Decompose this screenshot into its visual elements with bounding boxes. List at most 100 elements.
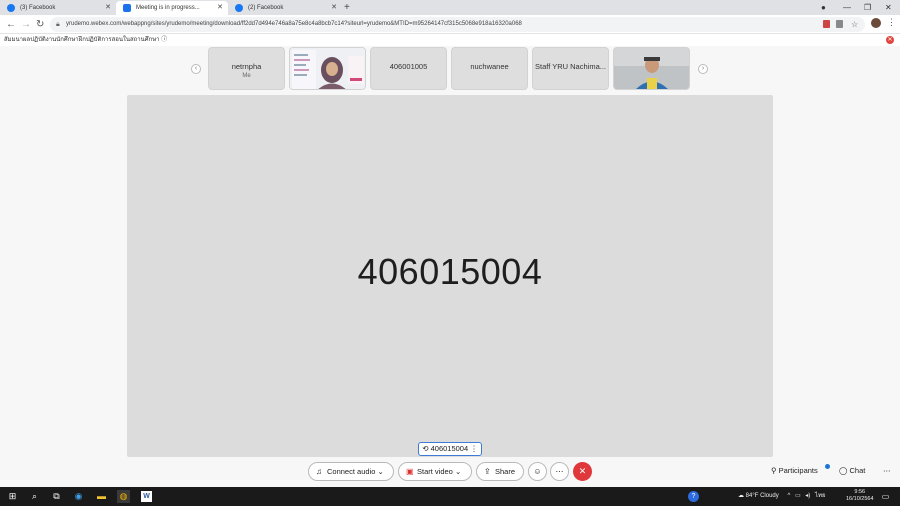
chat-icon: ◯ bbox=[839, 466, 850, 475]
word-icon[interactable]: W bbox=[141, 491, 152, 502]
share-button[interactable]: ⇪ Share bbox=[476, 462, 524, 481]
start-video-button[interactable]: ▣ Start video ⌄ bbox=[398, 462, 472, 481]
tab-facebook-3[interactable]: (3) Facebook ✕ bbox=[0, 1, 116, 15]
reload-icon[interactable]: ↻ bbox=[36, 17, 44, 32]
strip-next-icon[interactable]: › bbox=[698, 64, 708, 74]
emoji-icon: ☺ bbox=[533, 467, 542, 476]
participants-label: Participants bbox=[778, 466, 818, 475]
share-icon: ⇪ bbox=[484, 467, 491, 476]
participant-name: nuchwanee bbox=[470, 62, 509, 71]
overflow-menu-icon[interactable]: ⋯ bbox=[883, 466, 891, 475]
close-window-button[interactable]: ✕ bbox=[885, 1, 892, 14]
connect-audio-button[interactable]: ♫ Connect audio ⌄ bbox=[308, 462, 394, 481]
participant-sub: Me bbox=[242, 73, 251, 79]
help-icon[interactable]: ? bbox=[688, 491, 699, 502]
network-icon[interactable]: ▭ bbox=[795, 493, 801, 499]
speaker-name-pill[interactable]: ⟲ 406015004 ⋮ bbox=[418, 442, 482, 456]
lock-icon: 🔒︎ bbox=[56, 21, 60, 28]
audio-icon: ♫ bbox=[316, 467, 322, 476]
browser-menu-icon[interactable]: ⋮ bbox=[887, 17, 896, 28]
participant-video-woman bbox=[290, 48, 365, 89]
person-icon: ⚲ bbox=[771, 466, 779, 475]
meeting-controls: ♫ Connect audio ⌄ ▣ Start video ⌄ ⇪ Shar… bbox=[0, 460, 900, 486]
minimize-button[interactable]: — bbox=[843, 1, 851, 14]
address-toolbar: ← → ↻ 🔒︎ yrudemo.webex.com/webappng/site… bbox=[0, 15, 900, 34]
clock[interactable]: 9:56 16/10/2564 bbox=[846, 489, 874, 503]
meeting-title: สัมมนาผลปฏิบัติงานนักศึกษาฝึกปฏิบัติการส… bbox=[4, 34, 167, 46]
participant-tile[interactable]: Staff YRU Nachima... bbox=[532, 47, 609, 90]
windows-start-icon[interactable]: ⊞ bbox=[6, 490, 19, 503]
back-icon[interactable]: ← bbox=[6, 17, 16, 32]
close-icon[interactable]: ✕ bbox=[886, 36, 894, 44]
chrome-icon[interactable]: ◍ bbox=[117, 490, 130, 503]
close-icon: ✕ bbox=[578, 466, 587, 476]
tab-facebook-2[interactable]: (2) Facebook ✕ bbox=[228, 1, 342, 15]
participant-strip: ‹ netrnpha Me 406001005 nuchwanee Staff … bbox=[0, 46, 900, 92]
notification-dot bbox=[825, 464, 830, 469]
audio-icon: ⟲ bbox=[422, 444, 431, 453]
maximize-button[interactable]: ❐ bbox=[864, 1, 871, 14]
leave-meeting-button[interactable]: ✕ bbox=[573, 462, 592, 481]
notifications-icon[interactable]: ▭ bbox=[879, 490, 892, 503]
system-tray: ☁ 84°F Cloudy ^ ▭ ◂) ไทย bbox=[738, 487, 825, 506]
speaker-pill-label: 406015004 bbox=[430, 444, 469, 453]
weather-text[interactable]: 84°F Cloudy bbox=[746, 493, 779, 499]
chat-button[interactable]: ◯ Chat bbox=[839, 466, 865, 475]
more-icon: ⋯ bbox=[555, 467, 564, 476]
facebook-icon bbox=[7, 4, 15, 12]
reactions-button[interactable]: ☺ bbox=[528, 462, 547, 481]
avatar[interactable] bbox=[871, 18, 881, 28]
info-icon[interactable]: ⓘ bbox=[161, 37, 167, 43]
new-tab-button[interactable]: + bbox=[344, 1, 350, 14]
participant-tile[interactable]: 406001005 bbox=[370, 47, 447, 90]
browser-tab-bar: (3) Facebook ✕ Meeting is in progress...… bbox=[0, 0, 900, 15]
facebook-icon bbox=[235, 4, 243, 12]
url-text: yrudemo.webex.com/webappng/sites/yrudemo… bbox=[66, 21, 522, 27]
forward-icon[interactable]: → bbox=[21, 17, 31, 32]
url-bar[interactable]: 🔒︎ yrudemo.webex.com/webappng/sites/yrud… bbox=[50, 17, 865, 32]
windows-taskbar: ⊞ ⌕ ⧉ ◉ ▬ ◍ W ? ☁ 84°F Cloudy ^ ▭ ◂) ไทย… bbox=[0, 487, 900, 506]
bookmark-star-icon[interactable]: ☆ bbox=[851, 17, 858, 32]
tab-title: (2) Facebook bbox=[248, 5, 284, 11]
participant-name: 406001005 bbox=[389, 62, 428, 71]
close-tab-icon[interactable]: ✕ bbox=[217, 1, 223, 15]
participant-name: netrnpha bbox=[231, 62, 262, 71]
task-view-icon[interactable]: ⧉ bbox=[50, 490, 63, 503]
close-tab-icon[interactable]: ✕ bbox=[105, 1, 111, 15]
participant-tile[interactable]: netrnpha Me bbox=[208, 47, 285, 90]
tab-title: Meeting is in progress... bbox=[136, 5, 200, 11]
meeting-title-text: สัมมนาผลปฏิบัติงานนักศึกษาฝึกปฏิบัติการส… bbox=[4, 37, 160, 43]
video-off-icon: ▣ bbox=[406, 467, 414, 476]
volume-icon[interactable]: ◂) bbox=[805, 493, 810, 499]
participant-video-man bbox=[614, 48, 689, 89]
clock-date: 16/10/2564 bbox=[846, 496, 874, 502]
tray-chevron-icon[interactable]: ^ bbox=[787, 493, 790, 499]
webex-extension-icon[interactable] bbox=[823, 20, 830, 28]
active-speaker-name: 406015004 bbox=[357, 251, 543, 292]
profile-icon[interactable]: ● bbox=[821, 1, 826, 14]
edge-icon[interactable]: ◉ bbox=[72, 490, 85, 503]
participant-video-tile[interactable] bbox=[289, 47, 366, 90]
translate-icon[interactable] bbox=[836, 20, 843, 28]
participant-tile[interactable]: nuchwanee bbox=[451, 47, 528, 90]
participants-button[interactable]: ⚲ Participants bbox=[771, 466, 818, 475]
search-icon[interactable]: ⌕ bbox=[28, 490, 41, 503]
tab-title: (3) Facebook bbox=[20, 5, 56, 11]
active-speaker-stage: 406015004 bbox=[127, 95, 773, 457]
connect-audio-label: Connect audio bbox=[327, 467, 376, 476]
chat-label: Chat bbox=[849, 466, 866, 475]
weather-icon: ☁ bbox=[738, 493, 746, 499]
meeting-info-banner: สัมมนาผลปฏิบัติงานนักศึกษาฝึกปฏิบัติการส… bbox=[0, 34, 900, 46]
more-options-button[interactable]: ⋯ bbox=[550, 462, 569, 481]
chevron-down-icon: ⌄ bbox=[377, 467, 384, 476]
language-indicator[interactable]: ไทย bbox=[815, 493, 826, 499]
close-tab-icon[interactable]: ✕ bbox=[331, 1, 337, 15]
participant-video-tile[interactable] bbox=[613, 47, 690, 90]
share-label: Share bbox=[495, 467, 516, 476]
webex-icon bbox=[123, 4, 131, 12]
participant-name: Staff YRU Nachima... bbox=[534, 62, 606, 71]
strip-prev-icon[interactable]: ‹ bbox=[191, 64, 201, 74]
tab-meeting[interactable]: Meeting is in progress... ✕ bbox=[116, 1, 228, 15]
start-video-label: Start video bbox=[417, 467, 453, 476]
file-explorer-icon[interactable]: ▬ bbox=[95, 490, 108, 503]
